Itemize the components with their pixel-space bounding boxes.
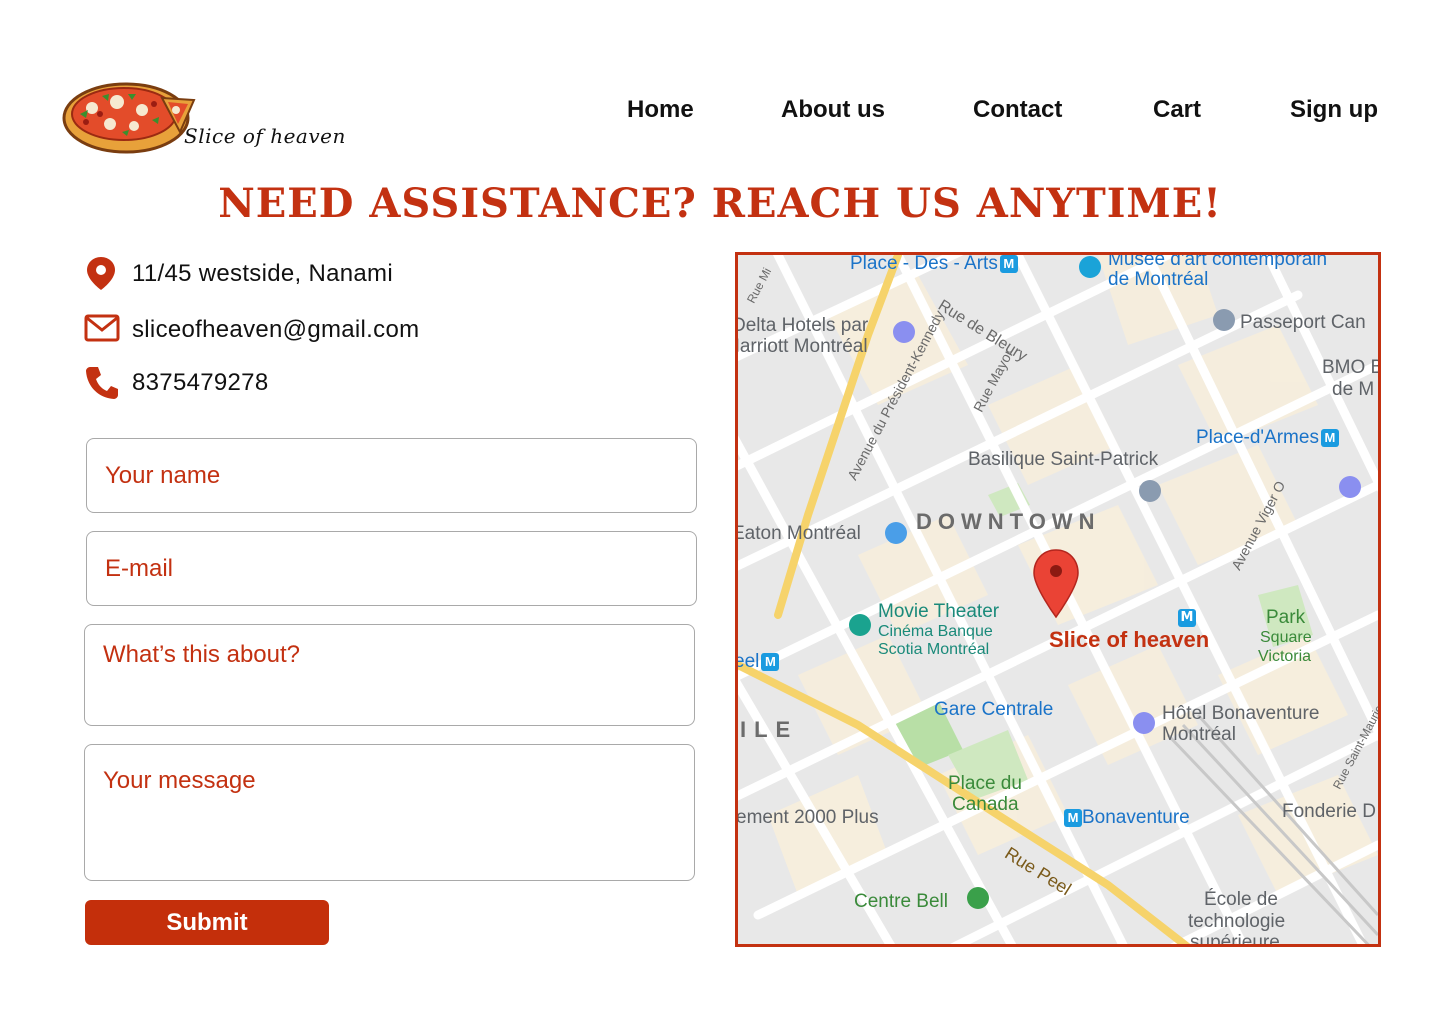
- map-label-movie-1: Movie Theater: [878, 601, 1000, 622]
- map-label-fonderie: Fonderie D: [1282, 801, 1376, 822]
- phone-icon: [86, 367, 118, 399]
- map-label-bmo-1: BMO B: [1322, 357, 1381, 378]
- map-tiles: [738, 255, 1378, 944]
- metro-icon: M: [999, 255, 1018, 273]
- nav-sign-up[interactable]: Sign up: [1290, 96, 1378, 124]
- email-input[interactable]: [86, 531, 697, 606]
- map-label-ecole-2: technologie: [1188, 911, 1286, 932]
- map-label-place-darmes: Place-d'Armes: [1196, 427, 1319, 448]
- nav-home[interactable]: Home: [627, 96, 694, 124]
- location-pin-icon: [87, 257, 115, 290]
- map-label-bonaventure: Bonaventure: [1082, 807, 1190, 828]
- map-label-bmo-2: de M: [1332, 379, 1375, 400]
- nav-about-us[interactable]: About us: [781, 96, 885, 124]
- map-label-delta-2: Marriott Montréal: [735, 336, 868, 357]
- email-text[interactable]: sliceofheaven@gmail.com: [132, 316, 419, 344]
- map-label-hotel-2: Montréal: [1162, 724, 1236, 745]
- metro-icon: M: [1178, 609, 1196, 627]
- mail-icon: [84, 314, 120, 342]
- location-map[interactable]: Place - Des - Arts M Musée d'art contempo…: [735, 252, 1381, 947]
- nav-contact[interactable]: Contact: [973, 96, 1062, 124]
- subject-input[interactable]: [84, 624, 695, 726]
- phone-text[interactable]: 8375479278: [132, 369, 268, 397]
- main-nav: Home About us Contact Cart Sign up: [600, 96, 1390, 130]
- address-text: 11/45 westside, Nanami: [132, 260, 393, 287]
- map-label-hotel-1: Hôtel Bonaventure: [1162, 703, 1320, 724]
- map-pin-label: Slice of heaven: [1049, 627, 1210, 652]
- map-label-element: ement 2000 Plus: [736, 807, 879, 828]
- map-label-place-des-arts: Place - Des - Arts: [850, 253, 998, 274]
- map-label-place-canada-2: Canada: [952, 794, 1019, 815]
- map-label-place-canada-1: Place du: [948, 773, 1022, 794]
- nav-cart[interactable]: Cart: [1153, 96, 1201, 124]
- map-label-park-3: Victoria: [1258, 648, 1312, 665]
- map-label-eaton: Eaton Montréal: [735, 523, 861, 544]
- map-label-delta-1: Delta Hotels par: [735, 315, 869, 336]
- map-label-park-2: Square: [1260, 629, 1312, 646]
- map-label-movie-2: Cinéma Banque: [878, 623, 993, 640]
- submit-button[interactable]: Submit: [85, 900, 329, 945]
- metro-icon: M: [761, 652, 780, 671]
- map-label-ecole-1: École de: [1204, 889, 1278, 910]
- page-title: NEED ASSISTANCE? REACH US ANYTIME!: [218, 180, 1222, 227]
- brand-name: Slice of heaven: [184, 124, 346, 148]
- map-label-district: DOWNTOWN: [916, 509, 1101, 534]
- metro-icon: M: [1320, 428, 1339, 447]
- message-input[interactable]: [84, 744, 695, 881]
- map-label-ecole-3: supérieure: [1190, 932, 1280, 947]
- map-label-musee-2: de Montréal: [1108, 269, 1209, 290]
- map-label-gare: Gare Centrale: [934, 699, 1054, 720]
- map-label-peel: eel: [735, 651, 760, 672]
- map-label-movie-3: Scotia Montréal: [878, 641, 990, 658]
- map-label-park-1: Park: [1266, 607, 1306, 628]
- map-label-ile: ILE: [740, 717, 799, 742]
- map-label-centre-bell: Centre Bell: [854, 891, 948, 912]
- name-input[interactable]: [86, 438, 697, 513]
- metro-icon: M: [1064, 808, 1082, 827]
- pizza-icon: [62, 82, 196, 154]
- map-label-passeport: Passeport Can: [1240, 312, 1366, 333]
- logo[interactable]: Slice of heaven: [62, 80, 345, 160]
- map-label-basilique: Basilique Saint-Patrick: [968, 449, 1159, 470]
